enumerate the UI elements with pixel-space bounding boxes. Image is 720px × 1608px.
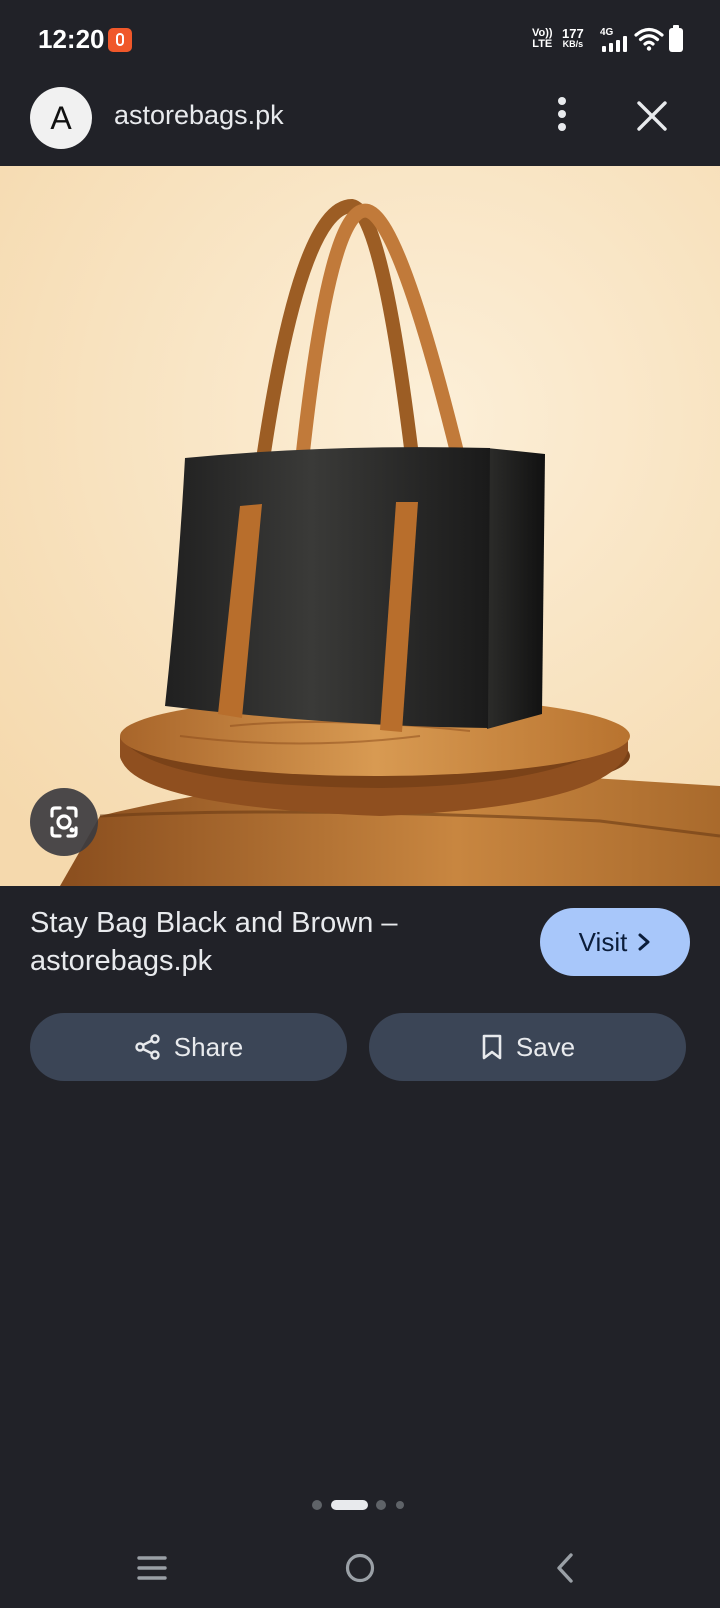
save-button[interactable]: Save — [369, 1013, 686, 1081]
pager-dot — [396, 1501, 404, 1509]
site-logo[interactable]: A — [30, 87, 92, 149]
site-name[interactable]: astorebags.pk — [114, 100, 284, 131]
app-notification-icon — [108, 28, 132, 52]
share-icon — [135, 1034, 160, 1060]
pager-dot — [376, 1500, 386, 1510]
visit-label: Visit — [578, 926, 628, 957]
status-bar: 12:20 Vo)) LTE 177 KB/s 4G — [0, 0, 720, 80]
preview-header: A astorebags.pk — [0, 80, 720, 166]
pager-indicator — [312, 1498, 412, 1512]
site-initial: A — [50, 99, 72, 136]
network-speed: 177 KB/s — [562, 26, 584, 50]
google-lens-icon — [50, 806, 78, 838]
home-icon[interactable] — [344, 1552, 376, 1584]
bag-illustration — [0, 166, 720, 886]
status-time: 12:20 — [38, 24, 105, 54]
more-vert-icon[interactable] — [548, 94, 578, 134]
share-label: Share — [173, 1031, 244, 1062]
recents-icon[interactable] — [136, 1554, 168, 1582]
result-title: Stay Bag Black and Brown – astorebags.pk — [30, 907, 398, 977]
system-nav-bar — [0, 1540, 720, 1608]
product-image[interactable] — [0, 166, 720, 886]
close-icon[interactable] — [632, 96, 672, 136]
save-label: Save — [515, 1031, 576, 1062]
chevron-right-icon — [638, 933, 650, 951]
back-icon[interactable] — [554, 1552, 576, 1584]
battery-icon — [669, 25, 683, 52]
bookmark-icon — [482, 1034, 502, 1060]
volte-indicator: Vo)) LTE — [532, 28, 553, 50]
volte-line2: LTE — [532, 38, 553, 50]
signal-icon — [602, 36, 630, 52]
pager-dot — [312, 1500, 322, 1510]
share-button[interactable]: Share — [30, 1013, 347, 1081]
visit-button[interactable]: Visit — [540, 908, 690, 976]
wifi-icon — [634, 27, 664, 51]
speed-value: 177 — [562, 26, 584, 41]
pager-dot-active — [331, 1500, 368, 1510]
speed-unit: KB/s — [562, 39, 584, 49]
google-lens-button[interactable] — [30, 788, 98, 856]
